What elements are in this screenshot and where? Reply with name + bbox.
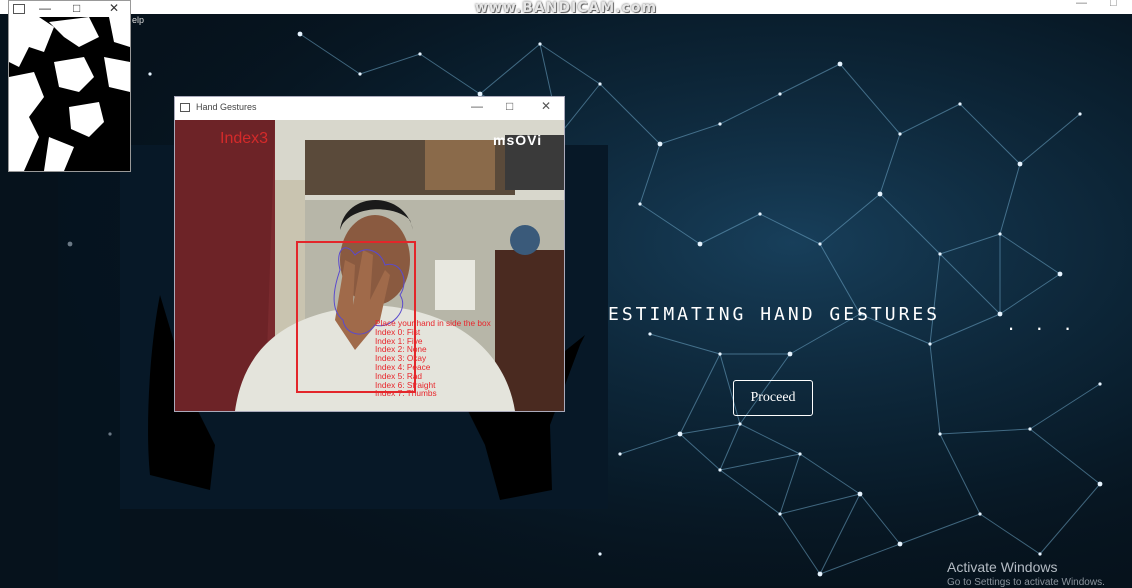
network-node [857, 491, 863, 497]
network-node [877, 191, 883, 197]
window-title: Hand Gestures [196, 102, 257, 112]
network-node [1057, 271, 1063, 277]
bandicam-watermark: www.BANDICAM.com [474, 0, 658, 16]
network-node [638, 202, 642, 206]
threshold-mask-image [9, 17, 130, 171]
network-node [718, 352, 722, 356]
loading-dots: . . . [1008, 310, 1079, 335]
network-node [1028, 427, 1032, 431]
network-node [837, 61, 843, 67]
network-node [998, 232, 1002, 236]
network-node [418, 52, 422, 56]
activate-windows-subtitle: Go to Settings to activate Windows. [947, 577, 1105, 588]
network-node [997, 311, 1003, 317]
network-node [1017, 161, 1023, 167]
network-node [978, 512, 982, 516]
network-node [677, 431, 683, 437]
network-node [938, 432, 942, 436]
minimize-button[interactable]: — [39, 1, 51, 15]
network-node [1078, 112, 1082, 116]
network-node [817, 571, 823, 577]
network-node [758, 212, 762, 216]
network-node [538, 42, 542, 46]
app-icon [13, 4, 25, 14]
maximize-button[interactable]: □ [506, 99, 513, 113]
predicted-index-label: Index3 [220, 130, 269, 147]
maximize-button[interactable]: □ [73, 1, 80, 15]
network-node [618, 452, 622, 456]
gesture-legend: Place your hand in side the box Index 0:… [375, 319, 491, 398]
network-node [718, 122, 722, 126]
network-node [598, 552, 602, 556]
network-node [1038, 552, 1042, 556]
close-button[interactable]: ✕ [541, 99, 551, 113]
hand-gestures-window[interactable]: Hand Gestures — □ ✕ Index3 msOVi Place y… [174, 96, 565, 412]
network-node [778, 512, 782, 516]
mask-window[interactable]: — □ ✕ [8, 0, 131, 172]
close-button[interactable]: ✕ [109, 1, 119, 15]
network-node [697, 241, 703, 247]
page-title: ESTIMATING HAND GESTURES [608, 304, 941, 325]
network-node [1097, 481, 1103, 487]
network-node [738, 422, 742, 426]
side-shade [58, 170, 120, 580]
network-node [787, 351, 793, 357]
proceed-button[interactable]: Proceed [733, 380, 813, 416]
network-node [297, 31, 303, 37]
mask-window-title-bar[interactable]: — □ ✕ [9, 1, 130, 17]
network-node [928, 342, 932, 346]
network-node [897, 541, 903, 547]
network-node [718, 468, 722, 472]
app-icon [180, 103, 190, 112]
network-node [958, 102, 962, 106]
hand-gestures-title-bar[interactable]: Hand Gestures — □ ✕ [175, 97, 564, 120]
network-node [938, 252, 942, 256]
ivcam-brand: msOVi [493, 132, 543, 148]
network-node [358, 72, 362, 76]
network-node [648, 332, 652, 336]
network-node [778, 92, 782, 96]
activate-windows-title: Activate Windows [947, 559, 1058, 575]
network-node [798, 452, 802, 456]
network-node [598, 82, 602, 86]
network-node [657, 141, 663, 147]
webcam-feed: Index3 msOVi Place your hand in side the… [175, 120, 564, 411]
minimize-button[interactable]: — [471, 99, 483, 113]
menu-help[interactable]: elp [132, 15, 144, 25]
network-node [148, 72, 152, 76]
network-node [1098, 382, 1102, 386]
network-node [818, 242, 822, 246]
gesture-item: Index 7: Thumbs [375, 388, 437, 399]
network-node [898, 132, 902, 136]
